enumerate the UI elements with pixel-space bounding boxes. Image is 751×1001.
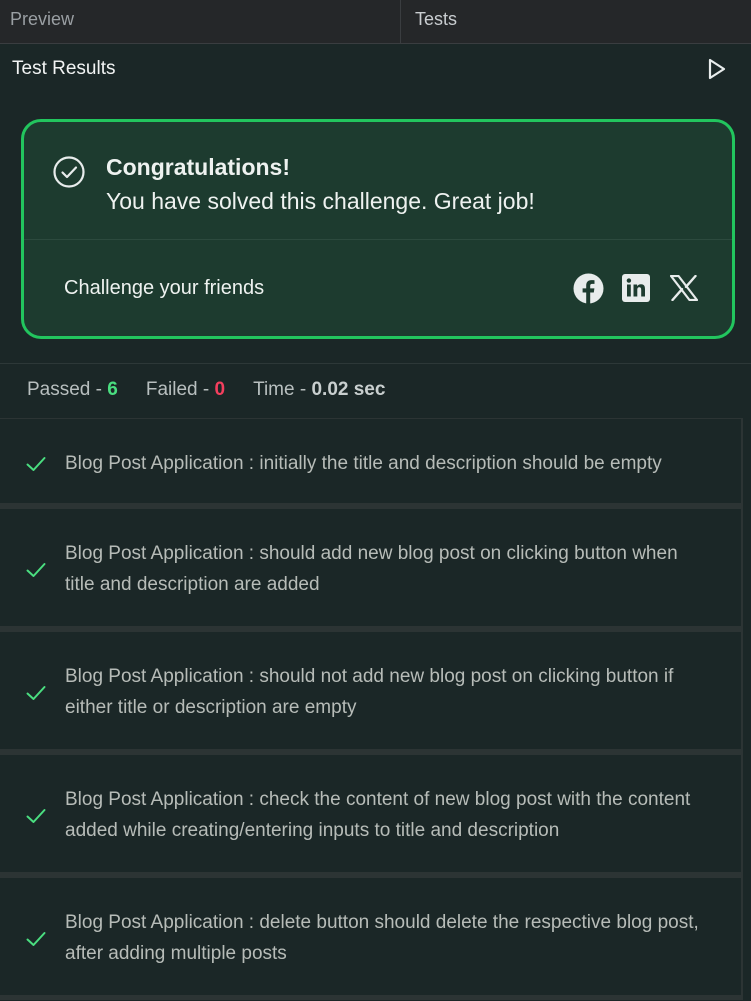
share-x-button[interactable] [668, 272, 700, 304]
check-icon [26, 563, 46, 577]
summary-divider [0, 363, 751, 364]
time-label: Time - [253, 379, 312, 400]
tab-bar: Preview Tests [0, 0, 751, 44]
check-icon [26, 686, 46, 700]
test-row: Blog Post Application : initially the ti… [0, 418, 743, 508]
failed-label: Failed - [145, 379, 215, 400]
failed-summary: Failed - 0 [146, 379, 225, 401]
passed-label: Passed - [27, 379, 108, 400]
tab-preview[interactable]: Preview [0, 0, 401, 43]
test-list: Blog Post Application : initially the ti… [0, 418, 751, 1000]
play-icon [708, 58, 726, 80]
share-linkedin-button[interactable] [620, 272, 652, 304]
test-row: Blog Post Application : should not add n… [0, 631, 743, 754]
success-message-area: Congratulations! You have solved this ch… [24, 122, 732, 240]
share-facebook-button[interactable] [572, 272, 604, 304]
test-description: Blog Post Application : initially the ti… [65, 453, 662, 474]
test-row: Blog Post Application : delete button sh… [0, 877, 743, 1000]
results-title: Test Results [12, 58, 116, 79]
check-circle-icon [53, 156, 85, 188]
passed-count: 6 [107, 379, 118, 400]
test-row: Blog Post Application : should add new b… [0, 508, 743, 631]
test-description: Blog Post Application : check the conten… [65, 789, 691, 841]
linkedin-icon [622, 274, 650, 302]
test-description: Blog Post Application : should not add n… [65, 666, 674, 718]
check-icon [26, 457, 46, 471]
test-row: Blog Post Application : check the conten… [0, 754, 743, 877]
success-card: Congratulations! You have solved this ch… [21, 119, 735, 339]
x-icon [670, 275, 698, 301]
facebook-icon [573, 273, 603, 303]
test-summary: Passed - 6 Failed - 0 Time - 0.02 sec [27, 379, 413, 401]
test-description: Blog Post Application : should add new b… [65, 543, 678, 595]
congrats-message: You have solved this challenge. Great jo… [106, 188, 535, 214]
results-header: Test Results [0, 44, 751, 94]
check-icon [26, 932, 46, 946]
failed-count: 0 [214, 379, 226, 400]
check-icon [26, 809, 46, 823]
congrats-title: Congratulations! [106, 154, 290, 180]
test-description: Blog Post Application : delete button sh… [65, 912, 699, 964]
tab-tests[interactable]: Tests [401, 0, 751, 43]
time-value: 0.02 sec [311, 379, 386, 400]
run-tests-button[interactable] [705, 57, 729, 81]
challenge-friends-label: Challenge your friends [64, 277, 265, 299]
time-summary: Time - 0.02 sec [253, 379, 385, 401]
passed-summary: Passed - 6 [27, 379, 118, 401]
